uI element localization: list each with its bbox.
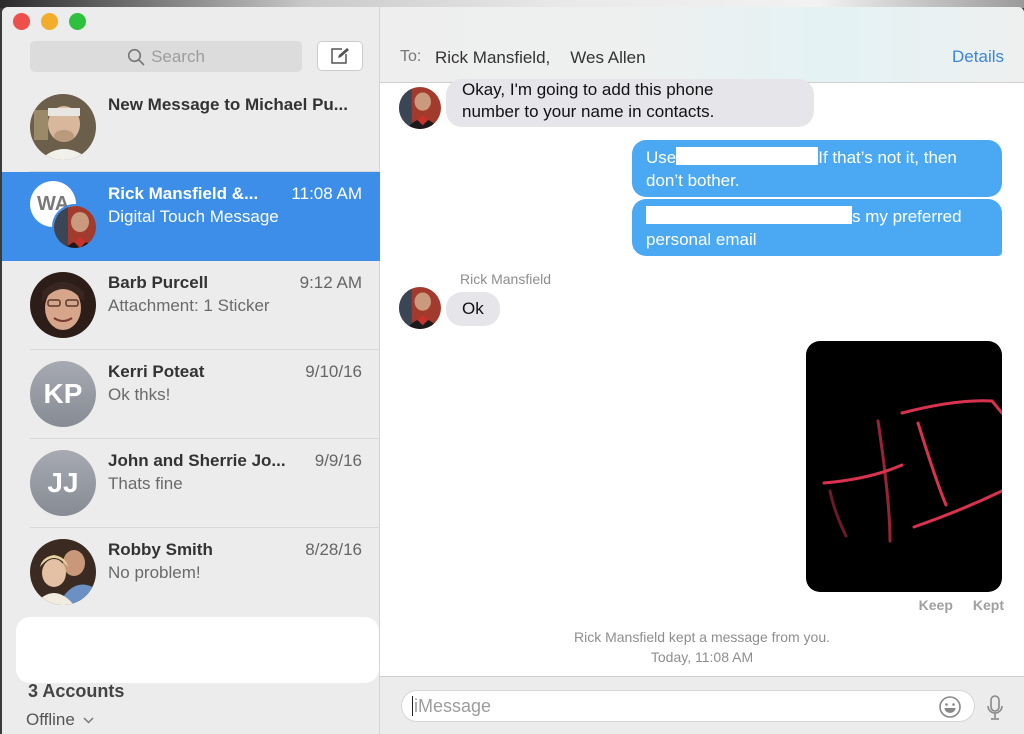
text-caret [412,696,413,716]
message-bubble-outgoing[interactable]: s my preferred personal email [632,199,1002,256]
conversation-pane: To: Rick Mansfield, Wes Allen Details Ok… [380,7,1024,734]
digital-touch-drawing [822,399,1002,543]
status-label: Offline [26,710,75,729]
close-button[interactable] [13,13,30,30]
sender-avatar [399,87,441,129]
compose-button[interactable] [317,41,363,71]
redacted-text [676,147,819,165]
message-bubble-outgoing[interactable]: Use If that’s not it, then don’t bother. [632,140,1002,197]
status-dropdown[interactable]: Offline [26,710,94,730]
initials: JJ [47,467,79,498]
status-timestamp: Today, 11:08 AM [650,649,754,665]
message-text: If that’s not it, then [818,148,957,167]
search-placeholder: Search [151,46,205,66]
keep-button[interactable]: Keep [919,597,953,613]
microphone-icon[interactable] [987,695,1003,721]
conversation-time: 11:08 AM [291,184,362,203]
accounts-label: 3 Accounts [28,681,125,701]
conversation-item-selected[interactable]: WA Rick Mansfield &... 11:08 AM Digital … [2,172,380,261]
avatar [52,204,98,250]
messages-window: Search New Message to Michael Pu... WA R… [2,7,1024,734]
chevron-down-icon [83,716,94,724]
conversation-name: Robby Smith [108,540,213,559]
to-label: To: [400,48,422,65]
sender-name: Rick Mansfield [460,271,552,287]
conversation-time: 9/10/16 [305,362,362,381]
sidebar: Search New Message to Michael Pu... WA R… [2,7,380,734]
recipient[interactable]: Rick Mansfield, [435,48,550,68]
conversation-preview: Digital Touch Message [108,207,279,226]
keep-actions: Keep Kept [919,597,1004,613]
compose-icon [331,48,349,64]
conversation-item[interactable]: New Message to Michael Pu... [2,83,380,172]
conversation-item[interactable]: Robby Smith 8/28/16 No problem! [2,528,380,617]
maximize-button[interactable] [69,13,86,30]
details-button[interactable]: Details [952,47,1004,67]
message-text: number to your name in contacts. [462,102,715,121]
conversation-name: Kerri Poteat [108,362,205,381]
window-controls [13,13,86,30]
message-text: personal email [646,230,757,249]
message-text: Ok [462,299,484,318]
kept-label: Kept [972,597,1004,613]
avatar: JJ [30,450,96,516]
search-input[interactable]: Search [30,41,302,72]
conversation-preview: Attachment: 1 Sticker [108,296,270,315]
message-text: Use [646,148,677,167]
conversation-name: Rick Mansfield &... [108,184,259,203]
recipients-field[interactable]: Rick Mansfield, Wes Allen [435,48,646,68]
conversation-time: 9:12 AM [299,273,362,292]
conversation-preview: Ok thks! [108,385,171,404]
message-text: don’t bother. [646,171,740,190]
avatar [30,94,96,160]
conversation-name: Barb Purcell [108,273,209,292]
recipient[interactable]: Wes Allen [570,48,645,68]
conversation-list: New Message to Michael Pu... WA Rick Man… [2,83,380,617]
message-bubble-incoming[interactable]: Okay, I'm going to add this phone number… [446,79,814,127]
kept-status-note: Rick Mansfield kept a message from you. … [380,627,1024,667]
conversation-item[interactable]: Barb Purcell 9:12 AM Attachment: 1 Stick… [2,261,380,350]
conversation-item[interactable]: JJ John and Sherrie Jo... 9/9/16 Thats f… [2,439,380,528]
initials: KP [43,378,83,409]
conversation-header: To: Rick Mansfield, Wes Allen Details [380,7,1024,83]
sender-avatar [399,287,441,329]
conversation-preview: Thats fine [108,474,183,493]
emoji-icon[interactable] [938,695,962,719]
compose-bar: iMessage [380,676,1024,734]
message-input[interactable]: iMessage [401,690,975,722]
digital-touch-message[interactable] [806,341,1002,592]
search-icon [127,48,145,65]
status-text: Rick Mansfield kept a message from you. [574,629,830,645]
redacted-text [646,206,852,224]
conversation-name: New Message to Michael Pu... [108,95,348,114]
message-input-placeholder: iMessage [414,695,492,716]
blank-panel [16,617,379,683]
conversation-time: 8/28/16 [305,540,362,559]
message-bubble-incoming[interactable]: Ok [446,292,500,326]
minimize-button[interactable] [41,13,58,30]
conversation-name: John and Sherrie Jo... [108,451,286,470]
avatar: KP [30,361,96,427]
conversation-item[interactable]: KP Kerri Poteat 9/10/16 Ok thks! [2,350,380,439]
conversation-time: 9/9/16 [314,451,362,470]
message-text: Okay, I'm going to add this phone [462,80,714,99]
avatar [30,539,96,605]
avatar [30,272,96,338]
conversation-preview: No problem! [108,563,201,582]
message-text: s my preferred [852,207,962,226]
